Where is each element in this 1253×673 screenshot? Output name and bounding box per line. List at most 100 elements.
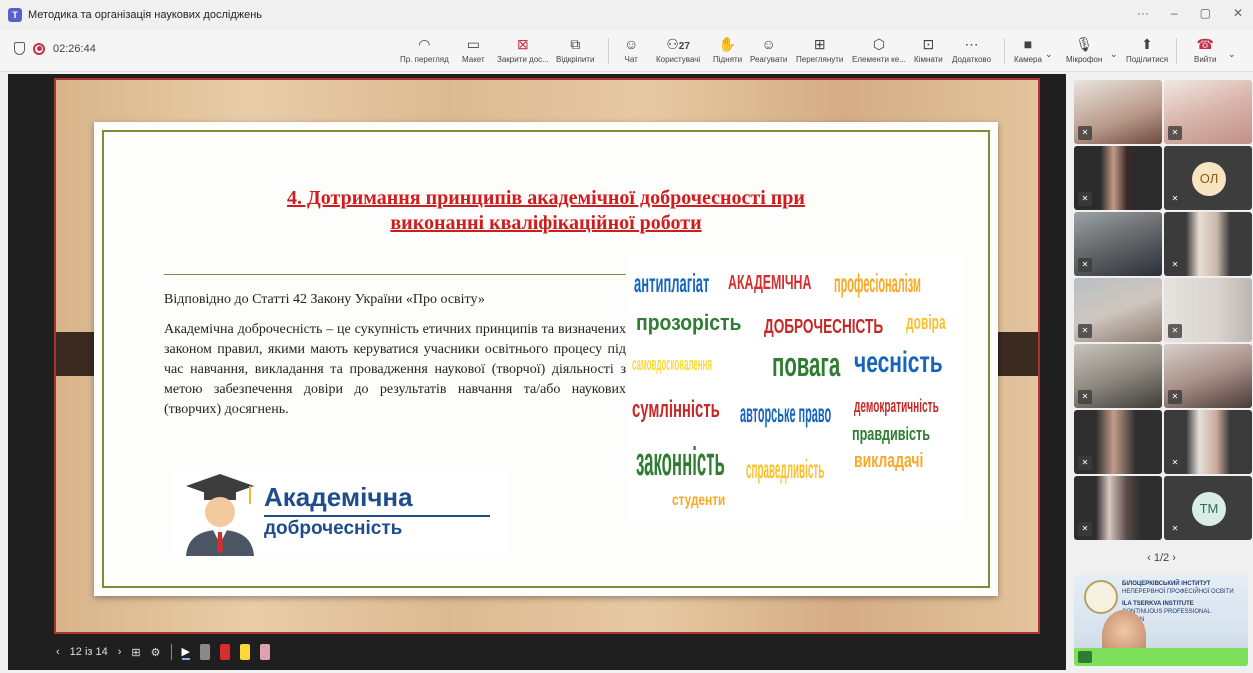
- chat-icon: ☺: [624, 36, 639, 52]
- more-options-icon[interactable]: ···: [1137, 6, 1149, 20]
- participant-video-tile[interactable]: ✕: [1074, 212, 1162, 276]
- ellipsis-icon: ⋯: [964, 36, 979, 52]
- mic-muted-icon: ✕: [1168, 258, 1182, 272]
- mic-muted-icon: ✕: [1168, 126, 1182, 140]
- camera-icon: ■: [1023, 36, 1033, 52]
- participant-video-tile[interactable]: ✕: [1074, 80, 1162, 144]
- next-slide-button[interactable]: ›: [118, 646, 122, 658]
- active-speaker-tile[interactable]: БІЛОЦЕРКІВСЬКИЙ ІНСТИТУТ НЕПЕРЕРВНОЇ ПРО…: [1074, 574, 1248, 666]
- participant-video-tile[interactable]: ✕: [1164, 344, 1252, 408]
- academic-integrity-logo: Академічна доброчесність: [172, 468, 508, 556]
- participant-video-tile[interactable]: ✕: [1164, 278, 1252, 342]
- mic-muted-icon: ✕: [1078, 126, 1092, 140]
- speaking-indicator: [1074, 648, 1248, 666]
- chevron-right-icon[interactable]: ›: [1172, 552, 1176, 564]
- restore-button[interactable]: ▢: [1200, 6, 1211, 20]
- participant-video-tile[interactable]: ✕: [1074, 146, 1162, 210]
- stop-sharing-button[interactable]: ⊠ Закрити дос...: [497, 34, 549, 64]
- rooms-icon: ⊡: [922, 36, 935, 52]
- divider: [164, 274, 626, 275]
- participants-count: 27: [678, 41, 690, 52]
- highlighter-icon[interactable]: [239, 644, 250, 660]
- page-indicator: 1/2: [1153, 552, 1170, 564]
- mic-muted-icon: ✕: [1078, 192, 1092, 206]
- participant-avatar-tile[interactable]: ОЛ ✕: [1164, 146, 1252, 210]
- word-cloud-word: антиплагіат: [634, 268, 710, 298]
- slide-controls: ‹ 12 із 14 › ⊞ ⚙ ▶: [56, 644, 270, 660]
- mic-muted-icon: ✕: [1078, 390, 1092, 404]
- settings-sliders-icon[interactable]: ⚙: [151, 646, 161, 659]
- word-cloud-word: демократичність: [854, 396, 939, 416]
- minimize-button[interactable]: –: [1171, 6, 1178, 20]
- eraser-icon[interactable]: [199, 644, 210, 660]
- word-cloud-word: авторське право: [740, 398, 832, 428]
- react-button[interactable]: ☺ Реагувати: [750, 34, 787, 64]
- recording-status: 02:26:44: [14, 42, 96, 55]
- word-cloud-word: сумлінність: [632, 396, 720, 423]
- view-button[interactable]: ⊞ Переглянути: [796, 34, 843, 64]
- participants-button[interactable]: ⚇27 Користувачі: [656, 34, 700, 64]
- mic-options-chevron[interactable]: ⌄: [1110, 44, 1118, 64]
- chevron-left-icon[interactable]: ‹: [1147, 552, 1151, 564]
- camera-button[interactable]: ■ Камера: [1014, 34, 1042, 64]
- participant-avatar-tile[interactable]: ТМ ✕: [1164, 476, 1252, 540]
- red-pen-icon[interactable]: [219, 644, 230, 660]
- word-cloud-word: студенти: [672, 492, 726, 509]
- participant-video-tile[interactable]: ✕: [1164, 410, 1252, 474]
- preview-button[interactable]: ◠ Пр. перегляд: [400, 34, 449, 64]
- law-reference: Відповідно до Статті 42 Закону України «…: [164, 292, 485, 307]
- microphone-button[interactable]: 🎙 Мікрофон: [1066, 34, 1102, 64]
- word-cloud-word: законність: [636, 440, 725, 484]
- share-button[interactable]: ⬆ Поділитися: [1126, 34, 1168, 64]
- layout-button[interactable]: ▭ Макет: [462, 34, 485, 64]
- word-cloud-word: викладачі: [854, 450, 924, 472]
- chat-button[interactable]: ☺ Чат: [624, 34, 638, 64]
- word-cloud-word: АКАДЕМІЧНА: [728, 272, 812, 294]
- participant-video-tile[interactable]: ✕: [1164, 212, 1252, 276]
- leave-options-chevron[interactable]: ⌄: [1228, 44, 1236, 64]
- mic-muted-icon: ✕: [1168, 324, 1182, 338]
- microphone-icon: 🎙: [1075, 36, 1094, 52]
- share-icon: ⬆: [1141, 36, 1153, 52]
- leave-button[interactable]: ☎ Вийти: [1194, 34, 1216, 64]
- grid-view-icon[interactable]: ⊞: [131, 646, 140, 659]
- meeting-timer: 02:26:44: [53, 42, 96, 55]
- chevron-down-icon: ⌄: [1110, 49, 1118, 59]
- participants-gallery: ✕ ✕ ✕ ОЛ ✕ ✕ ✕ ✕ ✕ ✕ ✕ ✕ ✕ ✕ ТМ ✕ ‹ 1/2 …: [1070, 74, 1253, 673]
- more-button[interactable]: ⋯ Додатково: [952, 34, 991, 64]
- participant-video-tile[interactable]: ✕: [1074, 476, 1162, 540]
- participant-video-tile[interactable]: ✕: [1074, 410, 1162, 474]
- unpin-button[interactable]: ⧉ Відкріпити: [556, 34, 594, 64]
- mic-muted-icon: ✕: [1168, 192, 1182, 206]
- raise-hand-button[interactable]: ✋ Підняти: [713, 34, 742, 64]
- mic-muted-icon: ✕: [1168, 456, 1182, 470]
- word-cloud: антиплагіат АКАДЕМІЧНА професіоналізм пр…: [628, 256, 964, 524]
- meeting-toolbar: 02:26:44 ◠ Пр. перегляд ▭ Макет ⊠ Закрити д…: [0, 30, 1253, 72]
- participant-video-tile[interactable]: ✕: [1074, 278, 1162, 342]
- controls-icon: ⬡: [872, 36, 886, 52]
- word-cloud-word: прозорість: [636, 310, 742, 335]
- word-cloud-word: справедливість: [746, 454, 825, 484]
- layout-icon: ▭: [466, 36, 480, 52]
- pink-pen-icon[interactable]: [259, 644, 270, 660]
- participant-video-tile[interactable]: ✕: [1164, 80, 1252, 144]
- word-cloud-word: ДОБРОЧЕСНІСТЬ: [764, 316, 884, 338]
- previous-slide-button[interactable]: ‹: [56, 646, 60, 658]
- pointer-icon[interactable]: ▶: [181, 645, 190, 660]
- chevron-down-icon: ⌄: [1045, 49, 1053, 59]
- controls-button[interactable]: ⬡ Елементи ке...: [852, 34, 906, 64]
- mic-muted-icon: ✕: [1078, 324, 1092, 338]
- participant-video-tile[interactable]: ✕: [1074, 344, 1162, 408]
- window-title: Методика та організація наукових дослідж…: [28, 9, 263, 21]
- close-button[interactable]: ✕: [1233, 6, 1243, 20]
- toolbar-separator: [608, 38, 609, 64]
- grid-icon: ⊞: [813, 36, 826, 52]
- stop-share-icon: ⊠: [517, 36, 529, 52]
- toolbar-separator: [1176, 38, 1177, 64]
- camera-options-chevron[interactable]: ⌄: [1045, 44, 1053, 64]
- logo-underline: [264, 515, 490, 517]
- mic-muted-icon: ✕: [1168, 522, 1182, 536]
- teams-app-icon: T: [8, 8, 22, 22]
- word-cloud-word: повага: [772, 346, 841, 384]
- rooms-button[interactable]: ⊡ Кімнати: [914, 34, 943, 64]
